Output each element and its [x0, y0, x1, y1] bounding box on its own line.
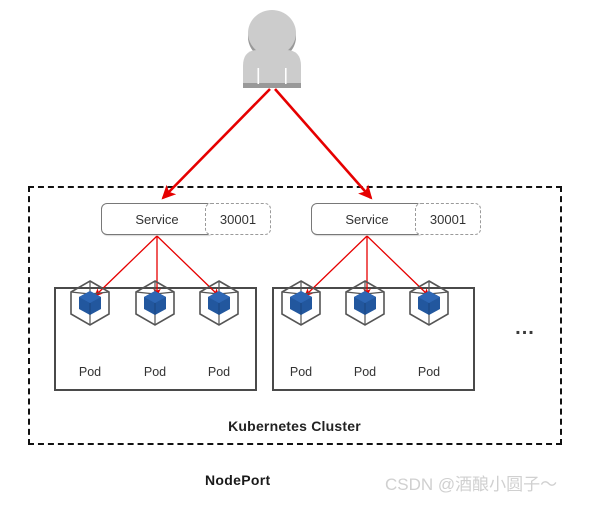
pod-label-1-3: Pod: [207, 365, 231, 379]
diagram-canvas: Kubernetes Cluster Service 30001 Service…: [0, 0, 589, 507]
pod-label-2-3: Pod: [417, 365, 441, 379]
arrow-user-to-service-1: [161, 88, 271, 200]
watermark-text: CSDN @酒酿小圆子～: [385, 475, 558, 494]
service-box-2[interactable]: Service: [311, 203, 423, 235]
more-nodes-ellipsis: ...: [515, 317, 535, 339]
pod-label-2-2: Pod: [353, 365, 377, 379]
pod-label-2-1: Pod: [289, 365, 313, 379]
nodeport-box-2[interactable]: 30001: [415, 203, 481, 235]
nodeport-box-1[interactable]: 30001: [205, 203, 271, 235]
service-box-1[interactable]: Service: [101, 203, 213, 235]
user-actor-icon: [243, 10, 301, 88]
arrow-user-to-service-2: [274, 88, 373, 200]
pod-label-1-1: Pod: [78, 365, 102, 379]
diagram-title: NodePort: [205, 472, 271, 488]
pod-label-1-2: Pod: [143, 365, 167, 379]
kubernetes-cluster-label: Kubernetes Cluster: [228, 418, 361, 434]
